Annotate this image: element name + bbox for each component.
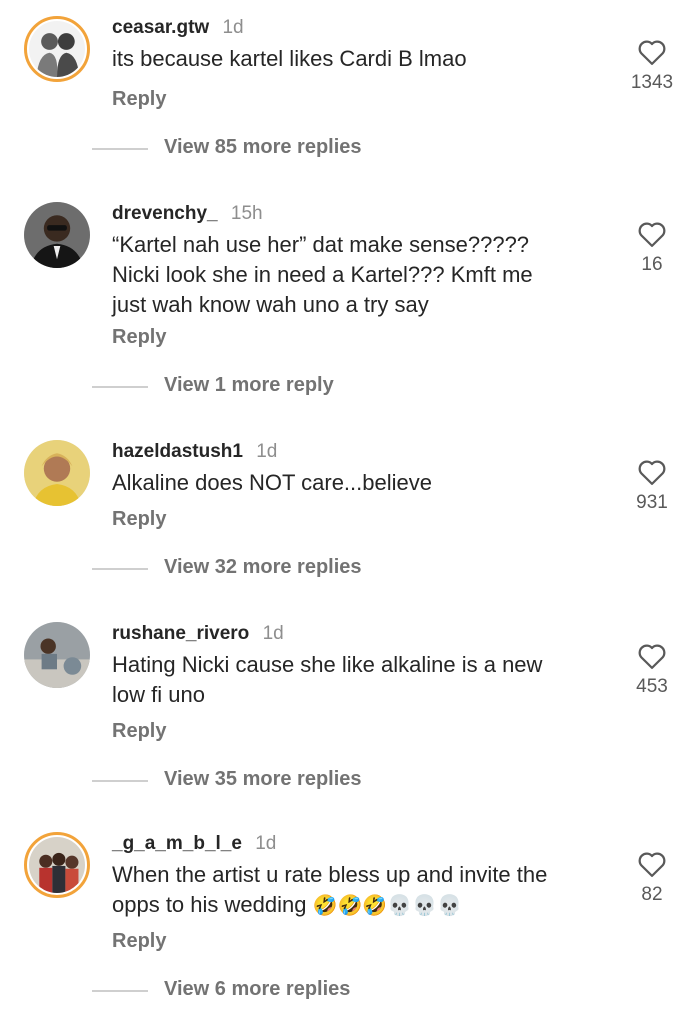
comment-text-line: opps to his wedding 🤣🤣🤣💀💀💀 bbox=[112, 890, 592, 920]
comment-meta: drevenchy_ 15h bbox=[112, 202, 263, 226]
like-button[interactable]: 931 bbox=[610, 458, 694, 514]
like-button[interactable]: 82 bbox=[610, 850, 694, 906]
comment-meta: hazeldastush1 1d bbox=[112, 440, 277, 464]
comment-item: ceasar.gtw 1d its because kartel likes C… bbox=[0, 6, 700, 216]
comment-item: drevenchy_ 15h “Kartel nah use her” dat … bbox=[0, 192, 700, 402]
comment-time: 15h bbox=[230, 203, 263, 224]
reply-button[interactable]: Reply bbox=[112, 930, 166, 953]
heart-outline-icon bbox=[638, 222, 666, 247]
comment-text: Hating Nicki cause she like alkaline is … bbox=[112, 650, 592, 710]
divider-line bbox=[92, 148, 148, 150]
like-count: 453 bbox=[636, 676, 668, 697]
view-replies-label: View 32 more replies bbox=[164, 556, 362, 578]
heart-outline-icon bbox=[638, 40, 666, 65]
like-button[interactable]: 1343 bbox=[610, 38, 694, 94]
reply-button[interactable]: Reply bbox=[112, 88, 166, 111]
reply-button[interactable]: Reply bbox=[112, 326, 166, 349]
comment-text: its because kartel likes Cardi B lmao bbox=[112, 44, 592, 74]
comment-text-line: Nicki look she in need a Kartel??? Kmft … bbox=[112, 262, 533, 287]
comment-text: When the artist u rate bless up and invi… bbox=[112, 860, 592, 920]
like-count: 1343 bbox=[630, 72, 674, 93]
avatar-image bbox=[24, 440, 90, 506]
like-button[interactable]: 16 bbox=[610, 220, 694, 276]
comment-text-line: low fi uno bbox=[112, 682, 205, 707]
reply-button[interactable]: Reply bbox=[112, 508, 166, 531]
view-replies-label: View 85 more replies bbox=[164, 136, 362, 158]
comment-meta: ceasar.gtw 1d bbox=[112, 16, 244, 40]
comment-time: 1d bbox=[256, 441, 278, 462]
avatar-image bbox=[24, 202, 90, 268]
comment-text-segment: opps to his wedding bbox=[112, 892, 307, 917]
reply-button[interactable]: Reply bbox=[112, 720, 166, 743]
avatar[interactable] bbox=[24, 440, 90, 506]
view-replies-label: View 6 more replies bbox=[164, 978, 351, 1000]
comment-item: hazeldastush1 1d Alkaline does NOT care.… bbox=[0, 430, 700, 640]
avatar[interactable] bbox=[24, 622, 90, 688]
username[interactable]: rushane_rivero bbox=[112, 623, 249, 644]
comment-text-line: Hating Nicki cause she like alkaline is … bbox=[112, 652, 543, 677]
avatar[interactable] bbox=[24, 202, 90, 268]
view-replies-label: View 1 more reply bbox=[164, 374, 334, 396]
heart-outline-icon bbox=[638, 852, 666, 877]
comment-time: 1d bbox=[222, 17, 244, 38]
divider-line bbox=[92, 780, 148, 782]
like-button[interactable]: 453 bbox=[610, 642, 694, 698]
avatar[interactable] bbox=[24, 16, 90, 82]
comment-text: “Kartel nah use her” dat make sense?????… bbox=[112, 230, 592, 320]
comment-text-line: Alkaline does NOT care...believe bbox=[112, 470, 432, 495]
divider-line bbox=[92, 386, 148, 388]
comment-item: _g_a_m_b_l_e 1d When the artist u rate b… bbox=[0, 822, 700, 1024]
comment-time: 1d bbox=[255, 833, 277, 854]
username[interactable]: ceasar.gtw bbox=[112, 17, 209, 38]
avatar-image bbox=[24, 622, 90, 688]
like-count: 931 bbox=[636, 492, 668, 513]
comment-meta: _g_a_m_b_l_e 1d bbox=[112, 832, 276, 856]
divider-line bbox=[92, 990, 148, 992]
username[interactable]: hazeldastush1 bbox=[112, 441, 243, 462]
comment-text-line: just wah know wah uno a try say bbox=[112, 292, 429, 317]
heart-outline-icon bbox=[638, 460, 666, 485]
avatar[interactable] bbox=[24, 832, 90, 898]
username[interactable]: _g_a_m_b_l_e bbox=[112, 833, 242, 854]
avatar-image bbox=[29, 21, 85, 77]
comment-text-line: “Kartel nah use her” dat make sense????? bbox=[112, 232, 530, 257]
view-replies-label: View 35 more replies bbox=[164, 768, 362, 790]
username[interactable]: drevenchy_ bbox=[112, 203, 218, 224]
comment-meta: rushane_rivero 1d bbox=[112, 622, 284, 646]
comment-item: rushane_rivero 1d Hating Nicki cause she… bbox=[0, 612, 700, 822]
divider-line bbox=[92, 568, 148, 570]
heart-outline-icon bbox=[638, 644, 666, 669]
comment-time: 1d bbox=[262, 623, 284, 644]
avatar-image bbox=[29, 837, 85, 893]
like-count: 16 bbox=[641, 254, 663, 275]
comments-list: ceasar.gtw 1d its because kartel likes C… bbox=[0, 0, 700, 1024]
comment-text-line: its because kartel likes Cardi B lmao bbox=[112, 46, 467, 71]
emoji-text: 🤣🤣🤣💀💀💀 bbox=[312, 893, 463, 917]
comment-text: Alkaline does NOT care...believe bbox=[112, 468, 592, 498]
comment-text-line: When the artist u rate bless up and invi… bbox=[112, 862, 548, 887]
like-count: 82 bbox=[641, 884, 663, 905]
